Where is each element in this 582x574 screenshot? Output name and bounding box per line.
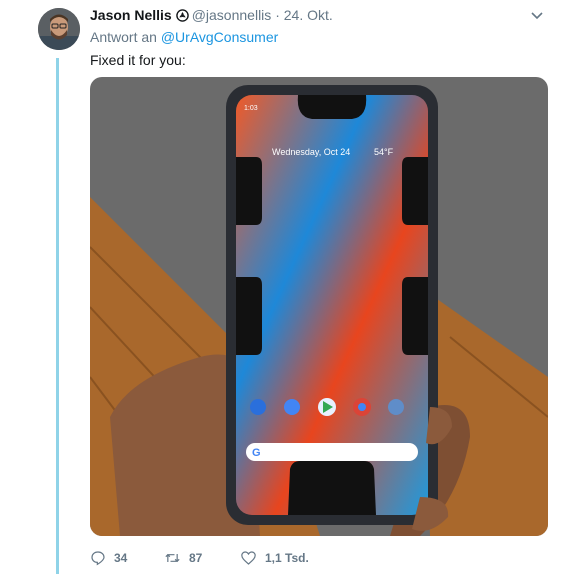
tweet-date[interactable]: 24. Okt. (284, 7, 333, 23)
author-handle[interactable]: @jasonnellis (192, 7, 272, 23)
verified-icon (175, 9, 189, 25)
reply-icon (91, 551, 105, 566)
status-time: 1:03 (244, 105, 258, 112)
thread-line (56, 58, 59, 574)
tweet-header: Jason Nellis @jasonnellis · 24. Okt. (90, 7, 333, 25)
tweet-media[interactable]: 1:03 Wednesday, Oct 24 54°F G (90, 77, 548, 536)
like-icon (241, 551, 256, 565)
chevron-down-icon[interactable] (530, 8, 544, 27)
lockscreen-date: Wednesday, Oct 24 (272, 147, 350, 157)
reply-count: 34 (114, 551, 128, 565)
author-name[interactable]: Jason Nellis (90, 7, 172, 23)
like-button[interactable]: 1,1 Tsd. (240, 550, 309, 566)
svg-text:G: G (252, 447, 261, 459)
like-count: 1,1 Tsd. (265, 551, 309, 565)
retweet-icon (165, 553, 180, 563)
retweet-count: 87 (189, 551, 203, 565)
tweet-actions: 34 87 1,1 Tsd. (90, 548, 309, 568)
reply-to-link[interactable]: @UrAvgConsumer (161, 29, 278, 45)
reply-button[interactable]: 34 (90, 550, 164, 566)
reply-context: Antwort an @UrAvgConsumer (90, 29, 278, 45)
reply-prefix: Antwort an (90, 29, 157, 45)
tweet-text: Fixed it for you: (90, 52, 186, 68)
weather-text: 54°F (374, 147, 394, 157)
phone-photo: 1:03 Wednesday, Oct 24 54°F G (90, 77, 548, 536)
separator: · (275, 7, 280, 23)
retweet-button[interactable]: 87 (164, 550, 240, 566)
avatar[interactable] (38, 8, 80, 50)
